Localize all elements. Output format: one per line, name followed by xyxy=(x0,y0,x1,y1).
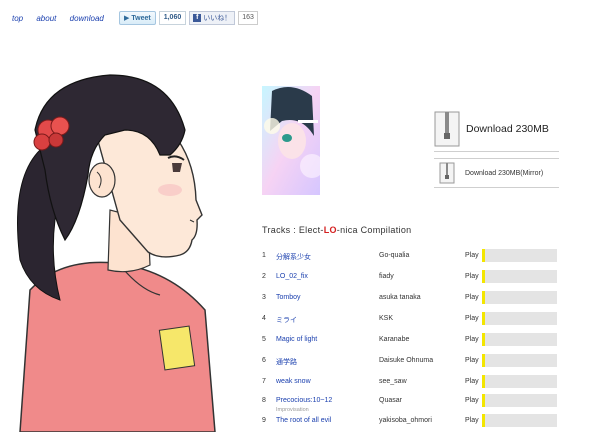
track-artist: asuka tanaka xyxy=(379,294,421,301)
play-marker xyxy=(482,333,485,346)
like-label: いいね！ xyxy=(203,15,232,22)
track-name[interactable]: 分解系少女 xyxy=(276,252,311,262)
track-name[interactable]: Precocious:10~12 xyxy=(276,397,332,404)
audio-progress-bar[interactable] xyxy=(482,354,557,367)
track-row: 3 Tomboy asuka tanaka Play xyxy=(262,291,562,307)
track-number: 2 xyxy=(262,273,266,280)
play-button[interactable]: Play xyxy=(465,378,479,385)
download-mirror-label: Download 230MB(Mirror) xyxy=(465,169,544,177)
track-name[interactable]: Tomboy xyxy=(276,294,301,301)
track-name[interactable]: Magic of light xyxy=(276,336,317,343)
play-marker xyxy=(482,249,485,262)
audio-progress-bar[interactable] xyxy=(482,394,557,407)
play-marker xyxy=(482,291,485,304)
track-number: 4 xyxy=(262,315,266,322)
top-nav: top about download xyxy=(12,14,115,23)
track-name[interactable]: ミライ xyxy=(276,315,297,325)
download-button[interactable]: Download 230MB xyxy=(434,107,559,152)
track-number: 7 xyxy=(262,378,266,385)
track-name[interactable]: weak snow xyxy=(276,378,311,385)
play-button[interactable]: Play xyxy=(465,252,479,259)
zip-file-icon xyxy=(434,111,460,147)
play-marker xyxy=(482,394,485,407)
play-marker xyxy=(482,414,485,427)
track-artist: KSK xyxy=(379,315,394,322)
track-artist: Karanabe xyxy=(379,336,410,343)
track-row: 6 通学路 Daisuke Ohnuma Play xyxy=(262,354,562,370)
like-count: 163 xyxy=(238,11,258,25)
social-buttons: ▶ Tweet 1,060 f いいね！ 163 xyxy=(119,11,258,25)
track-number: 3 xyxy=(262,294,266,301)
play-button[interactable]: Play xyxy=(465,294,479,301)
track-name[interactable]: The root of all evil xyxy=(276,417,331,424)
track-artist: Daisuke Ohnuma xyxy=(379,357,434,364)
bird-icon: ▶ xyxy=(124,15,130,22)
tracks-title: Tracks : Elect-LO-nica Compilation xyxy=(262,225,411,235)
audio-progress-bar[interactable] xyxy=(482,414,557,427)
like-button[interactable]: f いいね！ xyxy=(189,11,236,25)
audio-progress-bar[interactable] xyxy=(482,312,557,325)
play-button[interactable]: Play xyxy=(465,417,479,424)
zip-file-icon xyxy=(439,162,455,184)
track-number: 1 xyxy=(262,252,266,259)
download-mirror-button[interactable]: Download 230MB(Mirror) xyxy=(434,158,559,188)
play-button[interactable]: Play xyxy=(465,357,479,364)
tracks-title-prefix: Tracks : Elect- xyxy=(262,225,324,235)
audio-progress-bar[interactable] xyxy=(482,291,557,304)
track-subtitle: Improvisation xyxy=(276,407,309,413)
track-number: 8 xyxy=(262,397,266,404)
tweet-button[interactable]: ▶ Tweet xyxy=(119,11,156,25)
audio-progress-bar[interactable] xyxy=(482,270,557,283)
nav-download[interactable]: download xyxy=(70,14,104,23)
audio-progress-bar[interactable] xyxy=(482,333,557,346)
tracks-title-highlight: LO xyxy=(323,225,337,235)
track-row: 5 Magic of light Karanabe Play xyxy=(262,333,562,349)
audio-progress-bar[interactable] xyxy=(482,249,557,262)
play-marker xyxy=(482,375,485,388)
track-number: 9 xyxy=(262,417,266,424)
track-row: 9 The root of all evil yakisoba_ohmori P… xyxy=(262,414,562,430)
track-artist: Quasar xyxy=(379,397,402,404)
tweet-count: 1,060 xyxy=(158,11,187,25)
tracks-title-suffix: -nica Compilation xyxy=(336,225,412,235)
track-row: 8 Precocious:10~12 Improvisation Quasar … xyxy=(262,394,562,413)
track-artist: yakisoba_ohmori xyxy=(379,417,432,424)
tweet-label: Tweet xyxy=(131,14,151,22)
nav-top[interactable]: top xyxy=(12,14,23,23)
page: top about download ▶ Tweet 1,060 f いいね！ … xyxy=(0,0,600,432)
track-number: 6 xyxy=(262,357,266,364)
play-marker xyxy=(482,354,485,367)
play-marker xyxy=(482,270,485,283)
nav-about[interactable]: about xyxy=(36,14,56,23)
girl-illustration xyxy=(17,74,216,432)
track-name[interactable]: 通学路 xyxy=(276,357,297,367)
play-button[interactable]: Play xyxy=(465,397,479,404)
play-marker xyxy=(482,312,485,325)
track-row: 4 ミライ KSK Play xyxy=(262,312,562,328)
track-artist: fiady xyxy=(379,273,394,280)
audio-progress-bar[interactable] xyxy=(482,375,557,388)
play-button[interactable]: Play xyxy=(465,315,479,322)
track-artist: see_saw xyxy=(379,378,407,385)
play-button[interactable]: Play xyxy=(465,273,479,280)
play-button[interactable]: Play xyxy=(465,336,479,343)
track-row: 7 weak snow see_saw Play xyxy=(262,375,562,391)
track-artist: Go-qualia xyxy=(379,252,410,259)
track-row: 2 LO_02_fix fiady Play xyxy=(262,270,562,286)
facebook-icon: f xyxy=(193,14,202,22)
track-row: 1 分解系少女 Go-qualia Play xyxy=(262,249,562,265)
track-name[interactable]: LO_02_fix xyxy=(276,273,308,280)
track-number: 5 xyxy=(262,336,266,343)
download-label: Download 230MB xyxy=(466,123,549,135)
album-cover xyxy=(262,86,320,195)
